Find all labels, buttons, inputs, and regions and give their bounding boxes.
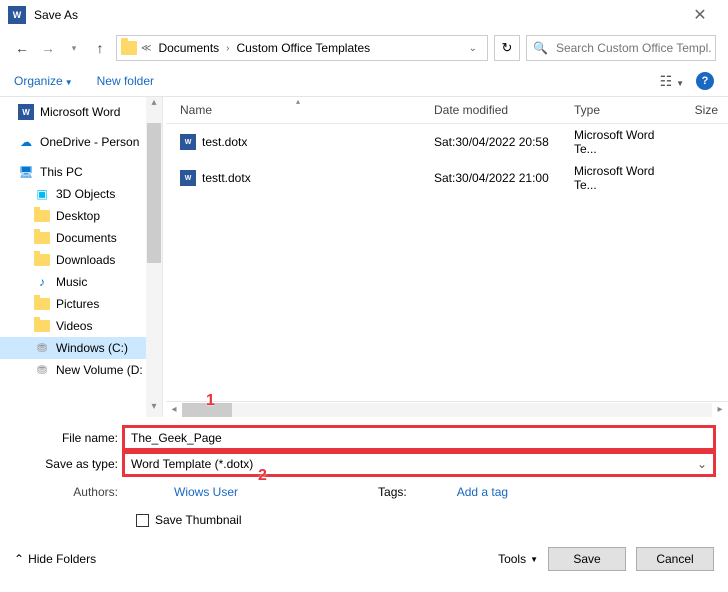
tags-value[interactable]: Add a tag [457, 485, 508, 499]
annotation-2: 2 [258, 467, 267, 485]
tools-menu[interactable]: Tools▼ [498, 552, 538, 566]
sidebar-item[interactable]: Videos [0, 315, 162, 337]
scroll-right-icon[interactable]: ▸ [712, 404, 728, 415]
refresh-button[interactable]: ↻ [494, 35, 520, 61]
nav-bar: ← → ▾ ↑ ≪ Documents › Custom Office Temp… [0, 30, 728, 66]
breadcrumb-seg[interactable]: Custom Office Templates [234, 41, 374, 55]
scroll-down-icon[interactable]: ▾ [146, 401, 162, 417]
annotation-1: 1 [206, 392, 215, 410]
forward-button[interactable]: → [38, 38, 58, 58]
word-file-icon: W [180, 170, 196, 186]
chevron-icon: ≪ [141, 43, 151, 54]
toolbar: Organize▼ New folder ☷ ▼ ? [0, 66, 728, 97]
sidebar-item[interactable]: Pictures [0, 293, 162, 315]
help-button[interactable]: ? [696, 72, 714, 90]
save-thumbnail-check[interactable]: Save Thumbnail [136, 513, 714, 527]
recent-drop-icon[interactable]: ▾ [64, 38, 84, 58]
view-options-button[interactable]: ☷ ▼ [660, 73, 684, 90]
sidebar-scrollbar[interactable]: ▴ ▾ [146, 97, 162, 417]
word-app-icon: W [8, 6, 26, 24]
sidebar-item[interactable]: Downloads [0, 249, 162, 271]
tags-label: Tags: [378, 485, 407, 499]
filename-input[interactable]: The_Geek_Page [124, 427, 714, 449]
col-type[interactable]: Type [566, 101, 686, 119]
file-row[interactable]: Wtest.dotxSat:30/04/2022 20:58Microsoft … [166, 124, 728, 160]
file-list: Wtest.dotxSat:30/04/2022 20:58Microsoft … [166, 124, 728, 401]
hide-folders-button[interactable]: ⌃ Hide Folders [14, 552, 96, 566]
cancel-button[interactable]: Cancel [636, 547, 714, 571]
col-size[interactable]: Size [686, 101, 728, 119]
chevron-right-icon: › [226, 43, 229, 54]
search-icon: 🔍 [533, 41, 548, 55]
breadcrumb-seg[interactable]: Documents [155, 41, 222, 55]
sidebar-item[interactable]: ⛃New Volume (D: [0, 359, 162, 381]
sidebar-item[interactable]: 🖥This PC [0, 161, 162, 183]
scroll-left-icon[interactable]: ◂ [166, 404, 182, 415]
sidebar: WMicrosoft Word ☁OneDrive - Person 🖥This P… [0, 97, 162, 381]
word-file-icon: W [180, 134, 196, 150]
body: WMicrosoft Word ☁OneDrive - Person 🖥This P… [0, 97, 728, 417]
column-headers: ▴Name Date modified Type Size [166, 97, 728, 124]
sidebar-item[interactable]: ▣3D Objects [0, 183, 162, 205]
savetype-combo[interactable]: Word Template (*.dotx) [124, 453, 714, 475]
footer: ⌃ Hide Folders Tools▼ Save Cancel [0, 537, 728, 585]
new-folder-button[interactable]: New folder [97, 74, 154, 88]
address-bar[interactable]: ≪ Documents › Custom Office Templates ⌄ [116, 35, 488, 61]
form-area: File name: The_Geek_Page Save as type: W… [0, 417, 728, 537]
chevron-up-icon: ⌃ [14, 552, 24, 566]
authors-label: Authors: [14, 485, 124, 499]
folder-icon [121, 41, 137, 55]
search-input[interactable] [554, 40, 713, 56]
titlebar: W Save As ✕ [0, 0, 728, 30]
checkbox-icon[interactable] [136, 514, 149, 527]
scroll-thumb[interactable] [147, 123, 161, 263]
back-button[interactable]: ← [12, 38, 32, 58]
sidebar-item[interactable]: Documents [0, 227, 162, 249]
window-title: Save As [34, 8, 680, 22]
scroll-up-icon[interactable]: ▴ [146, 97, 162, 113]
save-button[interactable]: Save [548, 547, 626, 571]
up-button[interactable]: ↑ [90, 38, 110, 58]
close-button[interactable]: ✕ [680, 5, 720, 25]
file-row[interactable]: Wtestt.dotxSat:30/04/2022 21:00Microsoft… [166, 160, 728, 196]
col-name[interactable]: ▴Name [166, 101, 426, 119]
address-drop-icon[interactable]: ⌄ [469, 43, 483, 54]
sidebar-item[interactable]: Desktop [0, 205, 162, 227]
sidebar-item[interactable]: ⛃Windows (C:) [0, 337, 162, 359]
sidebar-item[interactable]: ☁OneDrive - Person [0, 131, 162, 153]
search-box[interactable]: 🔍 [526, 35, 716, 61]
organize-menu[interactable]: Organize▼ [14, 74, 73, 88]
file-pane: ▴Name Date modified Type Size Wtest.dotx… [166, 97, 728, 417]
savetype-label: Save as type: [14, 457, 124, 471]
authors-value[interactable]: Wiows User [174, 485, 238, 499]
h-scrollbar[interactable]: ◂ ▸ 1 [166, 401, 728, 417]
col-date[interactable]: Date modified [426, 101, 566, 119]
sidebar-item[interactable]: WMicrosoft Word [0, 101, 162, 123]
sidebar-item[interactable]: ♪Music [0, 271, 162, 293]
filename-label: File name: [14, 431, 124, 445]
